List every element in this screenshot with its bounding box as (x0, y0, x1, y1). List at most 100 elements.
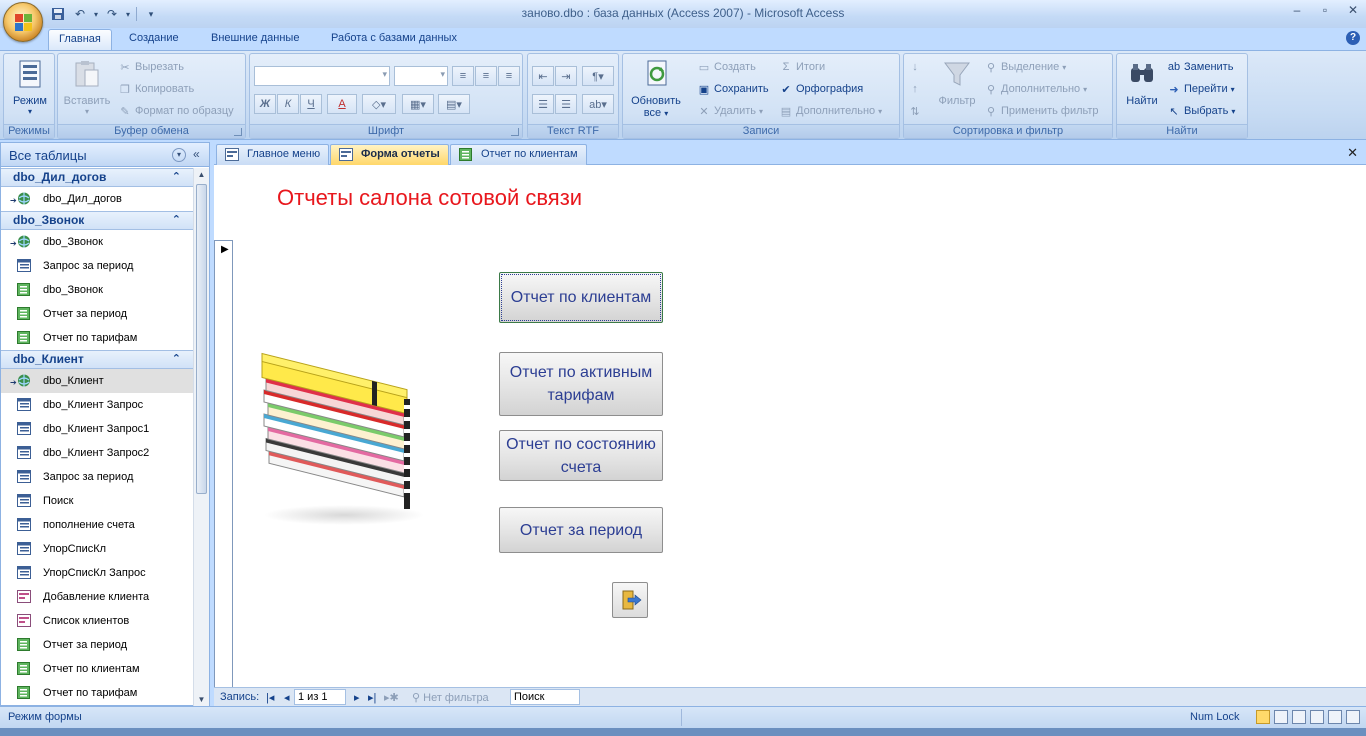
tab-external-data[interactable]: Внешние данные (201, 29, 309, 50)
nav-object-item[interactable]: dbo_Клиент Запрос2 (1, 441, 193, 465)
numbered-list-icon[interactable]: ☰ (532, 94, 554, 114)
nav-pane-header[interactable]: Все таблицы ▾ « (1, 143, 209, 167)
nav-group-header[interactable]: dbo_Клиент ⌃ (1, 350, 193, 369)
format-painter-button[interactable]: ✎ Формат по образцу (118, 102, 233, 120)
paragraph-direction-icon[interactable]: ¶▾ (582, 66, 614, 86)
scroll-down-icon[interactable]: ▼ (196, 695, 207, 704)
view-mode-button[interactable]: Режим ▾ (8, 58, 52, 116)
nav-object-item[interactable]: Запрос за период (1, 465, 193, 489)
design-view-icon[interactable] (1346, 710, 1360, 724)
paste-button[interactable]: Вставить ▾ (62, 58, 112, 116)
doc-tab-reports-form[interactable]: Форма отчеты (330, 144, 449, 165)
nav-scrollbar[interactable]: ▲ ▼ (193, 168, 209, 706)
select-button[interactable]: ↖ Выбрать ▾ (1167, 102, 1235, 120)
align-center-icon[interactable]: ≡ (475, 66, 497, 86)
close-document-icon[interactable]: ✕ (1347, 145, 1358, 161)
nav-menu-dropdown-icon[interactable]: ▾ (172, 148, 186, 162)
align-right-icon[interactable]: ≡ (498, 66, 520, 86)
form-view-icon[interactable] (1256, 710, 1270, 724)
bullet-list-icon[interactable]: ☰ (555, 94, 577, 114)
font-name-combo[interactable] (254, 66, 390, 86)
nav-group-header[interactable]: dbo_Звонок ⌃ (1, 211, 193, 230)
collapse-group-icon[interactable]: ⌃ (172, 212, 181, 229)
nav-object-item[interactable]: пополнение счета (1, 513, 193, 537)
gridlines-icon[interactable]: ▦▾ (402, 94, 434, 114)
first-record-icon[interactable]: |◂ (266, 691, 274, 704)
new-record-button[interactable]: ▭ Создать (697, 58, 756, 76)
align-left-icon[interactable]: ≡ (452, 66, 474, 86)
collapse-group-icon[interactable]: ⌃ (172, 351, 181, 368)
apply-filter-button[interactable]: ⚲ Применить фильтр (984, 102, 1099, 120)
clipboard-launcher-icon[interactable] (234, 128, 242, 136)
layout-view-icon[interactable] (1328, 710, 1342, 724)
spelling-button[interactable]: ✔ Орфография (779, 80, 863, 98)
pivot-chart-view-icon[interactable] (1310, 710, 1324, 724)
nav-object-item[interactable]: dbo_Клиент Запрос (1, 393, 193, 417)
highlight-icon[interactable]: ab▾ (582, 94, 614, 114)
minimize-icon[interactable]: – (1290, 3, 1304, 17)
more-records-button[interactable]: ▤ Дополнительно ▾ (779, 102, 882, 120)
balance-report-button[interactable]: Отчет по состоянию счета (499, 430, 663, 481)
sort-descending-icon[interactable]: ↑ (908, 80, 922, 98)
doc-tab-main-menu[interactable]: Главное меню (216, 144, 330, 165)
nav-object-item[interactable]: УпорСписКл Запрос (1, 561, 193, 585)
nav-object-item[interactable]: Отчет по тарифам (1, 326, 193, 350)
nav-object-item[interactable]: Отчет за период (1, 633, 193, 657)
collapse-pane-icon[interactable]: « (193, 147, 200, 161)
nav-object-item[interactable]: dbo_Клиент Запрос1 (1, 417, 193, 441)
nav-object-item[interactable]: Запрос за период (1, 254, 193, 278)
advanced-filter-button[interactable]: ⚲ Дополнительно ▾ (984, 80, 1087, 98)
filter-button[interactable]: Фильтр (934, 58, 980, 107)
nav-object-item[interactable]: Отчет за период (1, 302, 193, 326)
goto-button[interactable]: ➜ Перейти ▾ (1167, 80, 1234, 98)
totals-button[interactable]: Σ Итоги (779, 58, 826, 76)
increase-indent-icon[interactable]: ⇥ (555, 66, 577, 86)
client-report-button[interactable]: Отчет по клиентам (499, 272, 663, 323)
fill-color-icon[interactable]: ◇▾ (362, 94, 396, 114)
nav-object-item[interactable]: Отчет по клиентам (1, 657, 193, 681)
office-button[interactable] (3, 2, 43, 42)
nav-object-item[interactable]: ➔ dbo_Дил_догов (1, 187, 193, 211)
refresh-all-button[interactable]: Обновить все ▾ (625, 58, 687, 119)
underline-button[interactable]: Ч (300, 94, 322, 114)
nav-object-item[interactable]: ➔ dbo_Звонок (1, 230, 193, 254)
save-record-button[interactable]: ▣ Сохранить (697, 80, 769, 98)
clear-sort-icon[interactable]: ⇅ (908, 102, 922, 120)
font-color-button[interactable]: A (327, 94, 357, 114)
prev-record-icon[interactable]: ◂ (284, 691, 290, 704)
nav-group-header[interactable]: dbo_Дил_догов ⌃ (1, 168, 193, 187)
nav-object-item[interactable]: Поиск (1, 489, 193, 513)
nav-object-item[interactable]: Добавление клиента (1, 585, 193, 609)
new-blank-record-icon[interactable]: ▸✱ (384, 691, 399, 704)
period-report-button[interactable]: Отчет за период (499, 507, 663, 553)
selection-button[interactable]: ⚲ Выделение ▾ (984, 58, 1066, 76)
datasheet-view-icon[interactable] (1274, 710, 1288, 724)
replace-button[interactable]: ab Заменить (1167, 58, 1234, 76)
search-input[interactable]: Поиск (510, 689, 580, 705)
nav-object-item[interactable]: Отчет по тарифам (1, 681, 193, 705)
tab-create[interactable]: Создание (119, 29, 189, 50)
doc-tab-client-report[interactable]: Отчет по клиентам (450, 144, 587, 165)
font-launcher-icon[interactable] (511, 128, 519, 136)
pivot-table-view-icon[interactable] (1292, 710, 1306, 724)
close-icon[interactable]: ✕ (1346, 3, 1360, 17)
record-position-field[interactable]: 1 из 1 (294, 689, 346, 705)
help-icon[interactable]: ? (1346, 31, 1360, 45)
nav-object-item[interactable]: dbo_Звонок (1, 278, 193, 302)
tab-home[interactable]: Главная (48, 29, 112, 50)
next-record-icon[interactable]: ▸ (354, 691, 360, 704)
nav-object-item[interactable]: Список клиентов (1, 609, 193, 633)
cut-button[interactable]: ✂ Вырезать (118, 58, 184, 76)
nav-object-item[interactable]: УпорСписКл (1, 537, 193, 561)
font-size-combo[interactable] (394, 66, 448, 86)
alternate-fill-icon[interactable]: ▤▾ (438, 94, 470, 114)
exit-button[interactable] (612, 582, 648, 618)
italic-button[interactable]: К (277, 94, 299, 114)
collapse-group-icon[interactable]: ⌃ (172, 169, 181, 186)
record-selector[interactable]: ▶ (214, 240, 233, 687)
tab-database-tools[interactable]: Работа с базами данных (321, 29, 467, 50)
scroll-up-icon[interactable]: ▲ (196, 170, 207, 179)
copy-button[interactable]: ❐ Копировать (118, 80, 194, 98)
scroll-thumb[interactable] (196, 184, 207, 494)
filter-status[interactable]: ⚲ Нет фильтра (412, 691, 489, 704)
